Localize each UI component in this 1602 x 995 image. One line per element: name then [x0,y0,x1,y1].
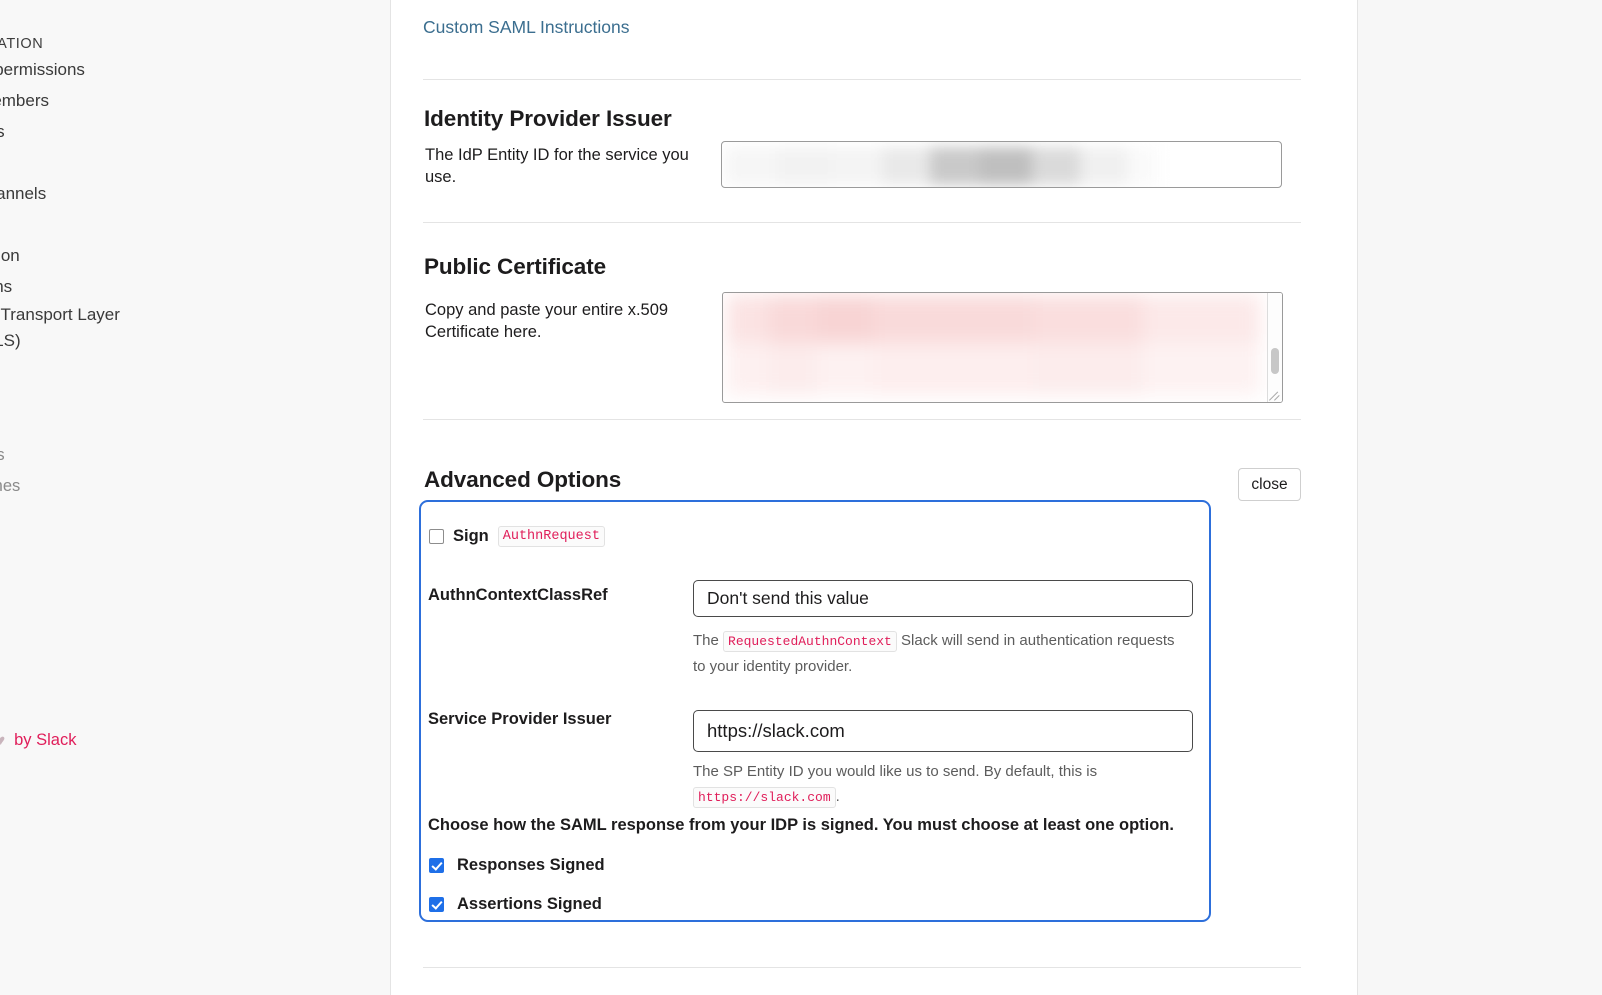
sign-authn-request-checkbox[interactable] [429,529,444,544]
authn-context-class-ref-input[interactable] [693,580,1193,617]
resize-handle-icon[interactable] [1269,389,1281,401]
responses-signed-row[interactable]: Responses Signed [429,856,605,875]
assertions-signed-checkbox[interactable] [429,897,444,912]
sidebar-item-settings[interactable]: Settings [0,641,382,672]
sidebar: ADMINISTRATION Settings & permissions Ma… [0,0,390,995]
sidebar-item-app-guidelines[interactable]: App guidelines [0,471,382,502]
slack-url-code-chip: https://slack.com [693,787,836,808]
close-button[interactable]: close [1238,468,1301,501]
sidebar-item-authentication[interactable]: Authentication [0,240,382,271]
heart-icon: ♥ [0,732,6,749]
authn-request-code-chip: AuthnRequest [497,526,605,547]
sidebar-item-settings-permissions[interactable]: Settings & permissions [0,54,382,85]
right-background-filler [1359,0,1602,995]
redacted-idp-value [725,147,1158,185]
sidebar-section-administration: ADMINISTRATION [0,36,44,52]
divider-cert-advanced [423,419,1301,420]
assertions-signed-label: Assertions Signed [457,895,602,913]
sidebar-item-upload-apps[interactable]: Upload apps [0,440,382,471]
sidebar-inner: ADMINISTRATION Settings & permissions Ma… [0,0,382,750]
certificate-scrollbar[interactable] [1267,293,1282,402]
sidebar-item-deprecations[interactable]: Deprecations [0,271,382,302]
advanced-options-title: Advanced Options [424,467,622,492]
sidebar-item-invitations[interactable]: Invitations [0,147,382,178]
service-provider-issuer-label: Service Provider Issuer [428,710,612,728]
service-provider-issuer-help: The SP Entity ID you would like us to se… [693,759,1185,810]
sign-authn-request-label: Sign [453,527,489,545]
public-certificate-textarea[interactable] [722,292,1283,403]
sp-help-suffix: . [835,788,840,805]
sign-authn-request-row[interactable]: Sign AuthnRequest [429,526,605,547]
divider-idp-cert [423,222,1301,223]
responses-signed-checkbox[interactable] [429,858,444,873]
by-slack-label: by Slack [14,731,77,749]
identity-provider-issuer-input[interactable] [721,141,1282,188]
authn-context-class-ref-label: AuthnContextClassRef [428,586,608,604]
identity-provider-issuer-title: Identity Provider Issuer [424,106,672,131]
app-root: ADMINISTRATION Settings & permissions Ma… [0,0,1602,995]
main-content-panel: Custom SAML Instructions Identity Provid… [390,0,1358,995]
authn-context-class-ref-help: The RequestedAuthnContext Slack will sen… [693,628,1185,679]
advanced-options-panel: Sign AuthnRequest AuthnContextClassRef T… [419,500,1211,922]
help-prefix: The [693,632,719,649]
requested-authn-context-code-chip: RequestedAuthnContext [723,631,897,652]
sidebar-item-sign-out[interactable]: Sign out [0,672,382,703]
assertions-signed-row[interactable]: Assertions Signed [429,895,602,914]
sidebar-item-billing[interactable]: Billing [0,209,382,240]
identity-provider-issuer-description: The IdP Entity ID for the service you us… [425,146,689,186]
redacted-certificate-value [727,295,1261,395]
sidebar-item-user-groups[interactable]: User groups [0,116,382,147]
signing-instruction-text: Choose how the SAML response from your I… [428,816,1174,834]
responses-signed-label: Responses Signed [457,856,605,874]
sidebar-item-manage-members[interactable]: Manage members [0,85,382,116]
certificate-scrollbar-thumb[interactable] [1271,348,1279,374]
service-provider-issuer-input[interactable] [693,710,1193,752]
public-certificate-title: Public Certificate [424,254,607,279]
custom-saml-instructions-link[interactable]: Custom SAML Instructions [423,17,630,38]
sp-help-prefix: The SP Entity ID you would like us to se… [693,763,1098,780]
divider-bottom [423,967,1301,968]
divider-top [423,79,1301,80]
sidebar-item-api-keys[interactable]: API keys [0,556,382,587]
sidebar-item-tls-support[interactable]: Support for Transport Layer Security (TL… [0,302,182,354]
public-certificate-description: Copy and paste your entire x.509 Certifi… [425,301,669,341]
sidebar-footer-made-by: Made with ♥ by Slack [0,731,382,750]
sidebar-item-manage-channels[interactable]: Manage channels [0,178,382,209]
